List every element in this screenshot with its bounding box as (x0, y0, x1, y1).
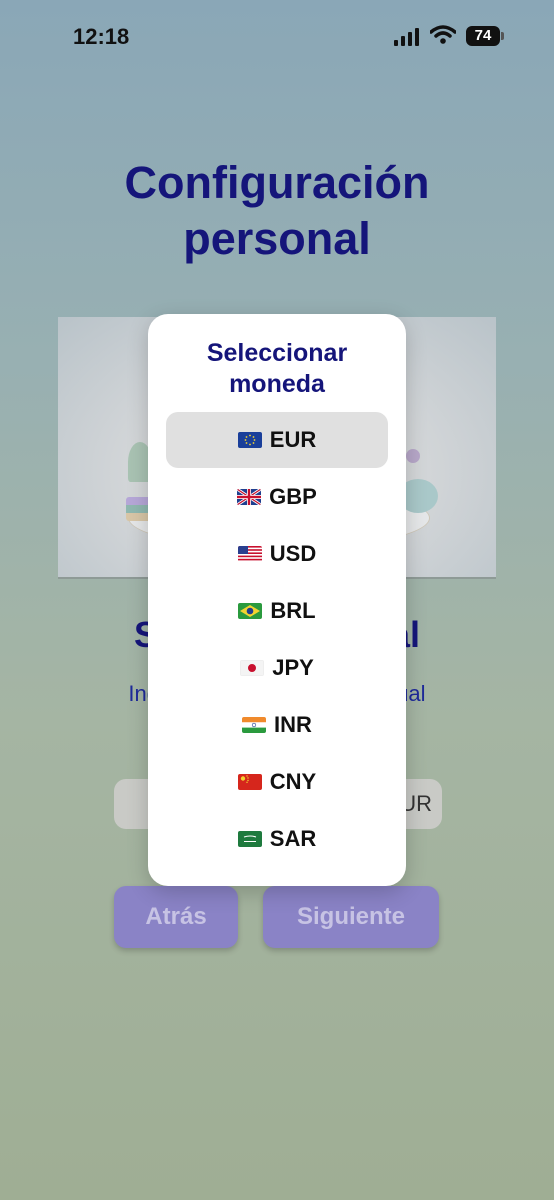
currency-option-jpy[interactable]: JPY (166, 640, 388, 696)
modal-title: Seleccionar moneda (148, 338, 406, 400)
currency-code: USD (269, 541, 317, 566)
currency-code: SAR (269, 826, 317, 851)
currency-option-brl[interactable]: BRL (166, 583, 388, 639)
status-bar: 12:18 74 (0, 0, 554, 70)
india-flag-icon (242, 717, 267, 733)
currency-code: CNY (269, 769, 317, 794)
currency-picker-modal: Seleccionar moneda EUR GBP USD BRL JPY I… (148, 314, 406, 886)
back-button[interactable]: Atrás (114, 886, 238, 948)
currency-code: JPY (272, 655, 314, 680)
currency-option-sar[interactable]: SAR (166, 811, 388, 867)
currency-option-inr[interactable]: INR (166, 697, 388, 753)
saudi-flag-icon (237, 831, 262, 847)
modal-title-line2: moneda (229, 370, 325, 398)
currency-option-usd[interactable]: USD (166, 526, 388, 582)
china-flag-icon (237, 774, 262, 790)
wifi-icon (430, 25, 456, 44)
currency-code: EUR (269, 427, 317, 452)
japan-flag-icon (240, 660, 265, 676)
currency-code: GBP (269, 484, 317, 509)
page-title: Configuración personal (0, 155, 554, 267)
currency-option-gbp[interactable]: GBP (166, 469, 388, 525)
page-title-line2: personal (183, 213, 371, 264)
currency-code: INR (274, 712, 312, 737)
eu-flag-icon (237, 432, 262, 448)
battery-tip (501, 32, 504, 40)
status-time: 12:18 (73, 24, 130, 49)
currency-option-cny[interactable]: CNY (166, 754, 388, 810)
us-flag-icon (237, 546, 262, 562)
next-button[interactable]: Siguiente (263, 886, 439, 948)
battery-icon: 74 (466, 26, 500, 46)
page-title-line1: Configuración (124, 157, 430, 208)
modal-title-line1: Seleccionar (206, 339, 348, 367)
cellular-signal-icon (394, 28, 419, 46)
currency-code: BRL (270, 598, 316, 623)
brazil-flag-icon (238, 603, 263, 619)
uk-flag-icon (237, 489, 262, 505)
orb-icon (406, 449, 420, 463)
currency-option-eur[interactable]: EUR (166, 412, 388, 468)
